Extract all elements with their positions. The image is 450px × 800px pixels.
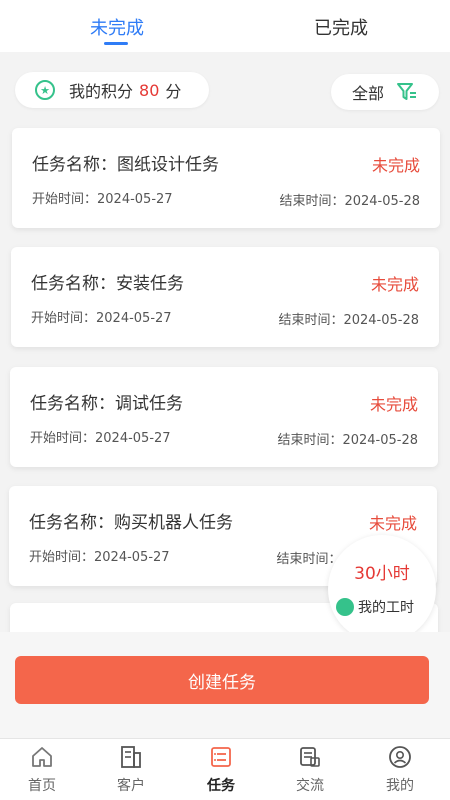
task-end-time: 结束时间：2024-05-28 [279,194,420,209]
star-icon: ★ [35,80,55,100]
tabbar-label: 我的 [386,778,414,794]
tabbar-item-home[interactable]: 首页 [12,745,72,795]
points-value: 80 [139,80,160,100]
chat-icon [300,747,320,767]
home-icon [32,747,52,767]
task-start-time: 开始时间：2024-05-27 [30,431,171,446]
points-unit: 分 [165,82,182,101]
work-hours-button[interactable]: 30小时 我的工时 [328,535,436,643]
task-status: 未完成 [370,275,419,294]
profile-icon [389,746,411,768]
tabbar-item-task[interactable]: 任务 [191,745,251,795]
task-status: 未完成 [371,156,420,175]
top-tabs: 未完成 已完成 [0,0,450,52]
task-card[interactable]: 任务名称：图纸设计任务 未完成 开始时间：2024-05-27 结束时间：202… [12,128,440,228]
task-start-time: 开始时间：2024-05-27 [31,311,172,326]
task-status: 未完成 [369,395,418,414]
person-clock-icon [336,598,354,616]
task-end-time: 结束时间：2024-05-28 [277,433,418,448]
task-icon [211,747,231,767]
task-name: 任务名称：调试任务 [30,394,183,414]
task-name: 任务名称：安装任务 [31,274,184,294]
bottom-tabbar: 首页 客户 任务 交流 我的 [0,738,450,800]
filter-label: 全部 [351,84,384,103]
tabbar-item-chat[interactable]: 交流 [280,745,340,795]
task-card[interactable]: 任务名称：调试任务 未完成 开始时间：2024-05-27 结束时间：2024-… [10,367,438,467]
filter-icon [397,83,416,100]
task-name: 任务名称：购买机器人任务 [29,513,233,533]
tabbar-label: 任务 [207,778,235,794]
work-hours-label: 我的工时 [358,600,414,616]
create-task-button[interactable]: 创建任务 [15,656,429,704]
tab-incomplete[interactable]: 未完成 [90,14,144,40]
customer-icon [121,746,141,768]
task-start-time: 开始时间：2024-05-27 [29,550,170,565]
tabbar-item-customer[interactable]: 客户 [101,745,161,795]
tab-completed[interactable]: 已完成 [314,14,368,40]
task-card[interactable]: 任务名称：安装任务 未完成 开始时间：2024-05-27 结束时间：2024-… [11,247,439,347]
work-hours-value: 30小时 [354,564,410,584]
tabbar-label: 交流 [296,778,324,794]
task-start-time: 开始时间：2024-05-27 [32,192,173,207]
filter-button[interactable]: 全部 [331,74,439,110]
tabbar-item-profile[interactable]: 我的 [370,745,430,795]
work-hours-label-row: 我的工时 [336,597,414,617]
points-pill[interactable]: ★ 我的积分 80 分 [15,72,209,108]
active-tab-indicator [104,42,128,45]
tabbar-label: 客户 [117,778,145,794]
task-name: 任务名称：图纸设计任务 [32,155,219,175]
points-label: 我的积分 [69,82,134,101]
task-end-time: 结束时间：2024-05-28 [278,313,419,328]
task-status: 未完成 [368,514,417,533]
tabbar-label: 首页 [28,778,56,794]
